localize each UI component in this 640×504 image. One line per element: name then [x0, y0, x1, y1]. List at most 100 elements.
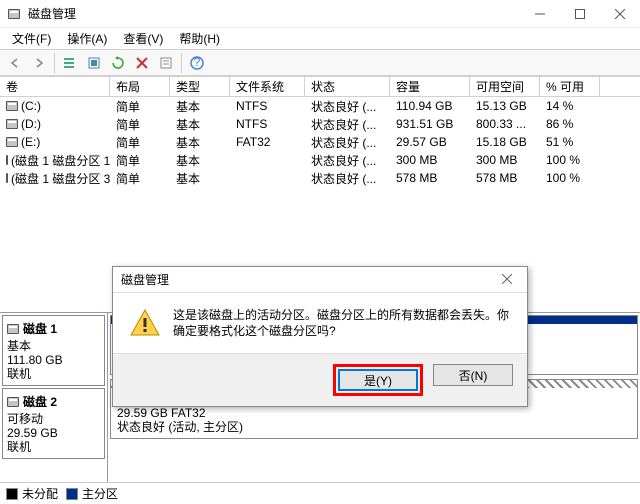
cell-type: 基本 — [170, 98, 230, 115]
no-button[interactable]: 否(N) — [433, 364, 513, 386]
toolbar-separator — [54, 53, 55, 73]
cell-volume: (磁盘 1 磁盘分区 1) — [0, 152, 110, 169]
svg-text:?: ? — [194, 56, 201, 69]
cell-volume: (E:) — [0, 135, 110, 149]
cell-cap: 300 MB — [390, 153, 470, 167]
dialog-titlebar: 磁盘管理 — [113, 267, 527, 293]
dialog-close-button[interactable] — [495, 273, 519, 287]
table-row[interactable]: (磁盘 1 磁盘分区 3)简单基本状态良好 (...578 MB578 MB10… — [0, 169, 640, 187]
table-header: 卷 布局 类型 文件系统 状态 容量 可用空间 % 可用 — [0, 77, 640, 97]
disk-size: 29.59 GB — [7, 426, 100, 440]
col-capacity[interactable]: 容量 — [390, 77, 470, 96]
disk-icon — [7, 324, 19, 334]
toolbar: ? — [0, 50, 640, 76]
cell-type: 基本 — [170, 152, 230, 169]
disk-name: 磁盘 2 — [23, 393, 57, 410]
menu-action[interactable]: 操作(A) — [59, 28, 115, 49]
yes-button[interactable]: 是(Y) — [338, 369, 418, 391]
cell-cap: 29.57 GB — [390, 135, 470, 149]
disk-entry-1[interactable]: 磁盘 1 基本 111.80 GB 联机 — [2, 315, 105, 386]
legend-swatch — [6, 488, 18, 500]
maximize-button[interactable] — [560, 0, 600, 28]
menu-bar: 文件(F) 操作(A) 查看(V) 帮助(H) — [0, 28, 640, 50]
forward-button[interactable] — [28, 52, 50, 74]
col-volume[interactable]: 卷 — [0, 77, 110, 96]
col-status[interactable]: 状态 — [305, 77, 390, 96]
legend-primary: 主分区 — [66, 485, 118, 502]
cell-free: 800.33 ... — [470, 117, 540, 131]
close-button[interactable] — [600, 0, 640, 28]
legend-unallocated: 未分配 — [6, 485, 58, 502]
cell-pct: 100 % — [540, 153, 600, 167]
table-row[interactable]: (D:)简单基本NTFS状态良好 (...931.51 GB800.33 ...… — [0, 115, 640, 133]
refresh-list-icon[interactable] — [59, 52, 81, 74]
cell-status: 状态良好 (... — [305, 98, 390, 115]
cell-pct: 51 % — [540, 135, 600, 149]
cell-layout: 简单 — [110, 116, 170, 133]
col-free[interactable]: 可用空间 — [470, 77, 540, 96]
disk-type: 可移动 — [7, 412, 100, 426]
legend-label: 主分区 — [82, 485, 118, 502]
cell-pct: 86 % — [540, 117, 600, 131]
legend-swatch — [66, 488, 78, 500]
col-pct[interactable]: % 可用 — [540, 77, 600, 96]
disk-status: 联机 — [7, 440, 100, 454]
disk-icon — [7, 397, 19, 407]
minimize-button[interactable] — [520, 0, 560, 28]
cell-type: 基本 — [170, 116, 230, 133]
table-row[interactable]: (磁盘 1 磁盘分区 1)简单基本状态良好 (...300 MB300 MB10… — [0, 151, 640, 169]
cell-fs: NTFS — [230, 117, 305, 131]
help-icon[interactable]: ? — [186, 52, 208, 74]
menu-file[interactable]: 文件(F) — [4, 28, 59, 49]
cell-cap: 578 MB — [390, 171, 470, 185]
cell-status: 状态良好 (... — [305, 116, 390, 133]
cell-layout: 简单 — [110, 98, 170, 115]
table-row[interactable]: (C:)简单基本NTFS状态良好 (...110.94 GB15.13 GB14… — [0, 97, 640, 115]
highlight-box: 是(Y) — [333, 364, 423, 396]
cell-type: 基本 — [170, 170, 230, 187]
cell-layout: 简单 — [110, 170, 170, 187]
delete-icon[interactable] — [131, 52, 153, 74]
cell-free: 300 MB — [470, 153, 540, 167]
legend-label: 未分配 — [22, 485, 58, 502]
toolbar-separator — [181, 53, 182, 73]
cell-type: 基本 — [170, 134, 230, 151]
volume-table: 卷 布局 类型 文件系统 状态 容量 可用空间 % 可用 (C:)简单基本NTF… — [0, 76, 640, 187]
col-filesystem[interactable]: 文件系统 — [230, 77, 305, 96]
cell-fs: NTFS — [230, 99, 305, 113]
cell-pct: 14 % — [540, 99, 600, 113]
cell-volume: (C:) — [0, 99, 110, 113]
partition-info: 29.59 GB FAT32 — [117, 406, 631, 420]
table-row[interactable]: (E:)简单基本FAT32状态良好 (...29.57 GB15.18 GB51… — [0, 133, 640, 151]
col-type[interactable]: 类型 — [170, 77, 230, 96]
dialog-text: 这是该磁盘上的活动分区。磁盘分区上的所有数据都会丢失。你确定要格式化这个磁盘分区… — [173, 307, 511, 339]
partition-status: 状态良好 (活动, 主分区) — [117, 420, 631, 434]
tool-icon-1[interactable] — [83, 52, 105, 74]
cell-status: 状态良好 (... — [305, 170, 390, 187]
menu-view[interactable]: 查看(V) — [115, 28, 171, 49]
confirm-dialog: 磁盘管理 这是该磁盘上的活动分区。磁盘分区上的所有数据都会丢失。你确定要格式化这… — [112, 266, 528, 407]
cell-layout: 简单 — [110, 152, 170, 169]
back-button[interactable] — [4, 52, 26, 74]
table-body: (C:)简单基本NTFS状态良好 (...110.94 GB15.13 GB14… — [0, 97, 640, 187]
cell-status: 状态良好 (... — [305, 152, 390, 169]
menu-help[interactable]: 帮助(H) — [171, 28, 228, 49]
disk-entry-2[interactable]: 磁盘 2 可移动 29.59 GB 联机 — [2, 388, 105, 459]
properties-icon[interactable] — [155, 52, 177, 74]
col-layout[interactable]: 布局 — [110, 77, 170, 96]
refresh-icon[interactable] — [107, 52, 129, 74]
cell-pct: 100 % — [540, 171, 600, 185]
cell-free: 15.13 GB — [470, 99, 540, 113]
disk-size: 111.80 GB — [7, 353, 100, 367]
disk-list: 磁盘 1 基本 111.80 GB 联机 磁盘 2 可移动 29.59 GB 联… — [0, 313, 108, 482]
app-icon — [6, 6, 22, 22]
disk-type: 基本 — [7, 339, 100, 353]
dialog-title: 磁盘管理 — [121, 271, 169, 288]
cell-cap: 110.94 GB — [390, 99, 470, 113]
status-bar: 未分配 主分区 — [0, 482, 640, 504]
window-title: 磁盘管理 — [28, 5, 520, 22]
warning-icon — [129, 307, 161, 339]
title-bar: 磁盘管理 — [0, 0, 640, 28]
cell-layout: 简单 — [110, 134, 170, 151]
cell-fs: FAT32 — [230, 135, 305, 149]
